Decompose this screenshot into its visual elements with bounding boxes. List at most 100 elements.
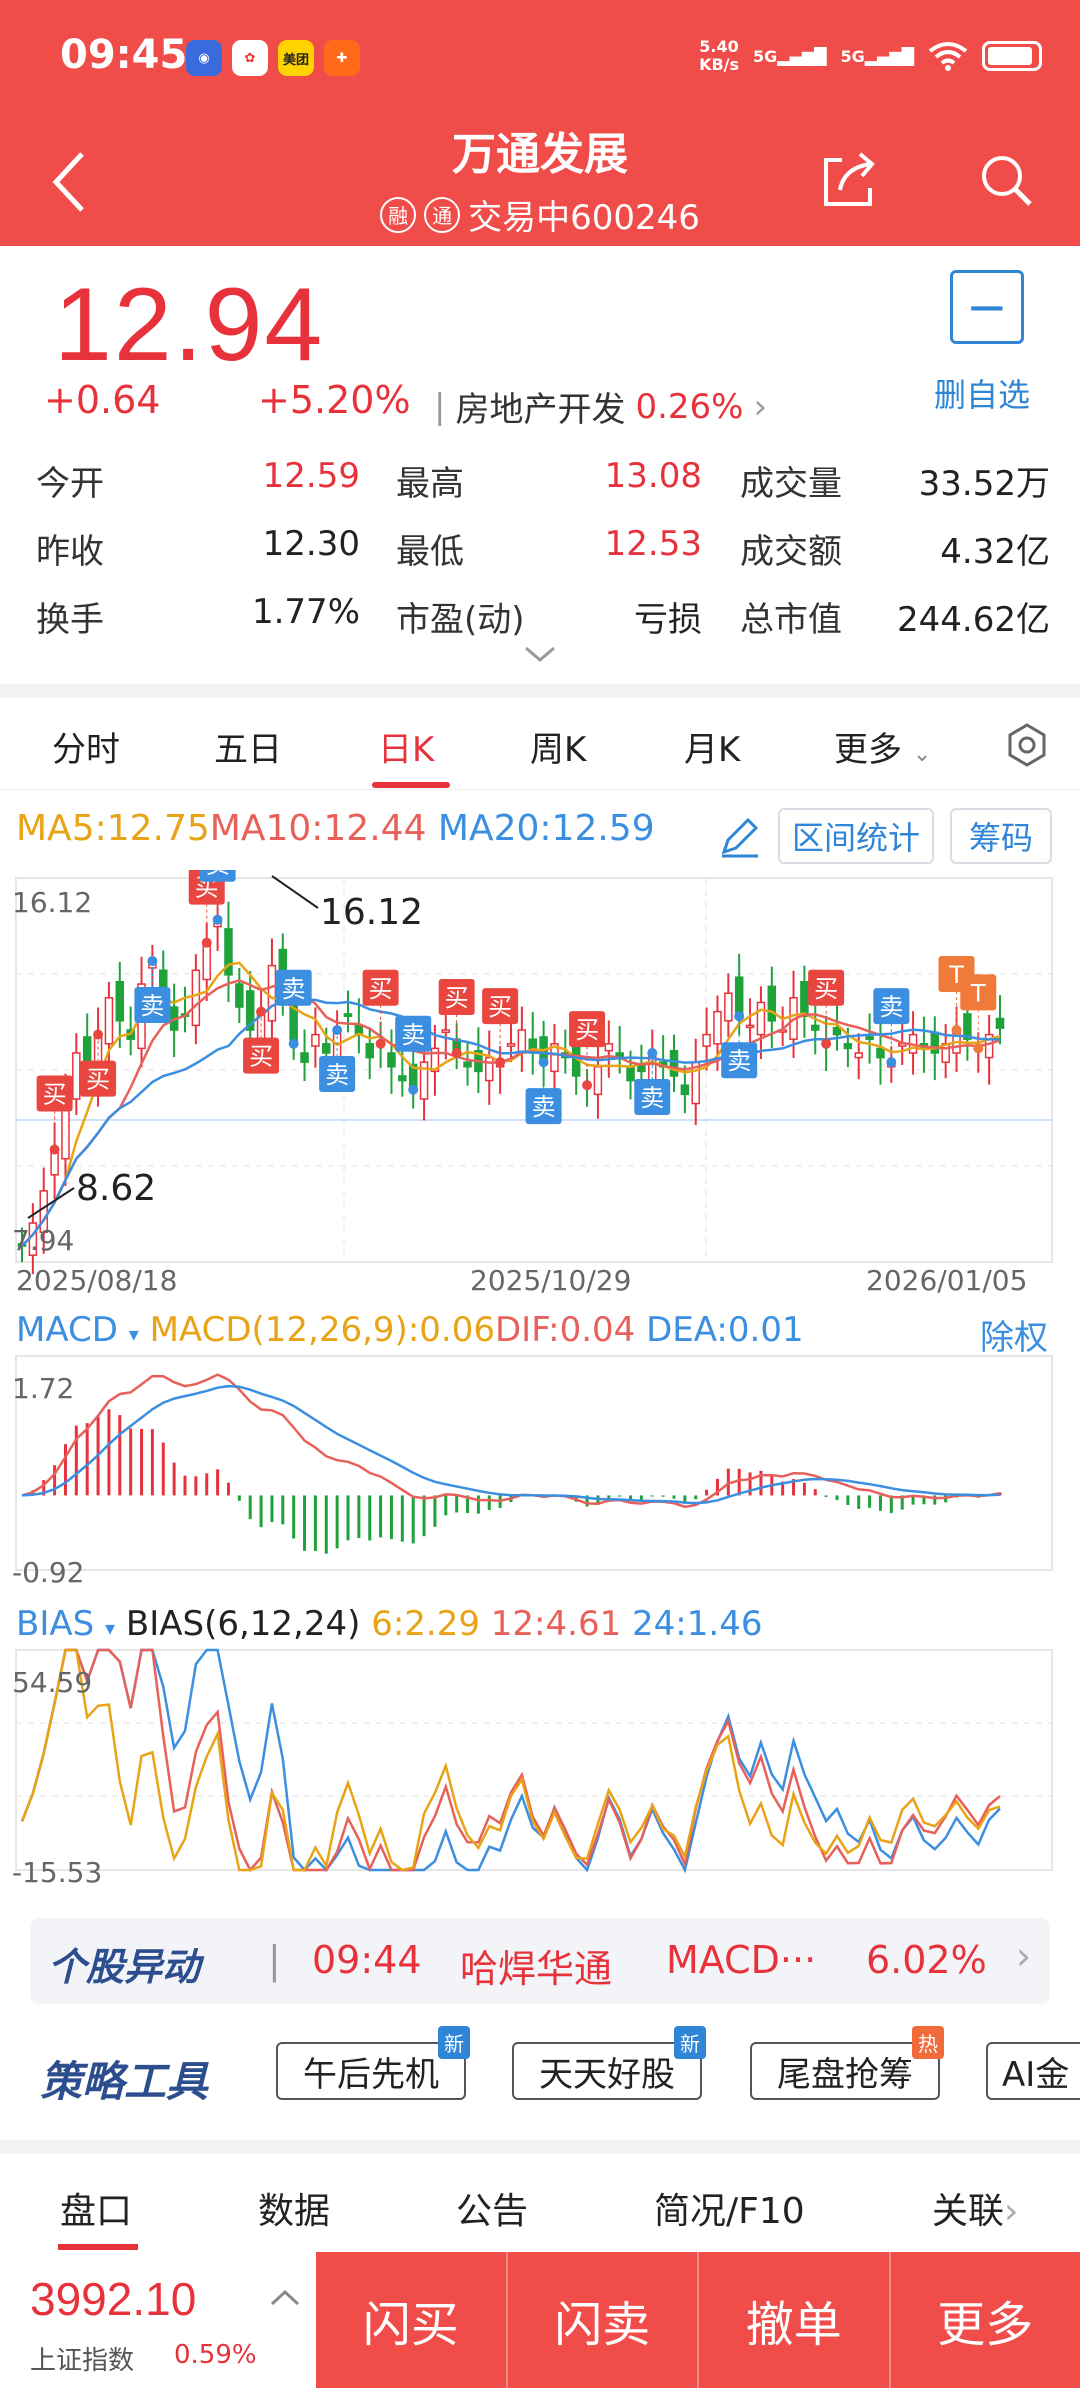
quote-label: 最高 (396, 464, 464, 504)
kline-high-marker: 16.12 (320, 892, 424, 933)
bias-selector[interactable]: BIAS ▾ (16, 1604, 115, 1644)
trade-status-code: 交易中600246 (468, 198, 700, 238)
kline-chart-svg[interactable]: 买买卖买卖买卖卖买卖买买卖买卖卖买卖TT (0, 845, 1080, 1910)
candle-body (745, 1024, 755, 1029)
signal-dot (951, 1025, 962, 1036)
tool-label: 尾盘抢筹 (777, 2054, 913, 2095)
quote-value: 1.77% (251, 592, 360, 632)
signal-tag-text: 卖 (879, 993, 903, 1021)
macd-value: MACD(12,26,9):0.06 (149, 1310, 495, 1350)
wifi-icon (928, 42, 968, 71)
quote-value: 13.08 (604, 456, 702, 496)
candle-body (311, 1033, 320, 1047)
chevron-down-icon: ⌄ (912, 742, 932, 767)
signal-dot (821, 1038, 832, 1049)
tab-five-day[interactable]: 五日 (214, 722, 282, 771)
tab-order-book[interactable]: 盘口 (60, 2182, 132, 2234)
chart-settings-icon[interactable] (1004, 722, 1050, 768)
margin-badge: 融 (380, 196, 417, 233)
quote-label: 成交量 (740, 464, 842, 504)
industry-name: 房地产开发 (455, 390, 626, 430)
chip-distribution-button[interactable]: 筹码 (950, 808, 1052, 864)
tab-related[interactable]: 关联› (932, 2182, 1018, 2234)
price-change: +0.64 (44, 378, 161, 422)
candle-body (713, 1010, 722, 1045)
tab-intraday[interactable]: 分时 (52, 722, 120, 771)
tool-late-session-grab[interactable]: 尾盘抢筹 热 (750, 2026, 944, 2100)
signal-dot (451, 1047, 462, 1058)
expand-chevron-icon[interactable] (524, 644, 556, 664)
tab-profile-f10[interactable]: 简况/F10 (654, 2182, 805, 2234)
macd-selector[interactable]: MACD ▾ (16, 1310, 139, 1350)
status-time: 09:45 (60, 32, 188, 78)
tab-data[interactable]: 数据 (258, 2182, 330, 2234)
ex-rights-toggle[interactable]: 除权 (980, 1310, 1048, 1359)
range-stats-button[interactable]: 区间统计 (778, 808, 934, 864)
signal-tag-text: 卖 (640, 1084, 664, 1112)
tab-announcements[interactable]: 公告 (456, 2182, 528, 2234)
tool-daily-good-stock[interactable]: 天天好股 新 (512, 2026, 706, 2100)
tab-monthly-k[interactable]: 月K (684, 722, 740, 771)
signal-tag-text: 卖 (401, 1021, 425, 1049)
bias-ymin-label: -15.53 (12, 1856, 103, 1889)
signal-tag-text: T (970, 979, 986, 1007)
search-icon[interactable] (976, 150, 1036, 210)
signal-dot (93, 1029, 104, 1040)
signal-dot (375, 1038, 386, 1049)
signal-tag-text: 买 (86, 1066, 110, 1094)
macd-ymax-label: 1.72 (12, 1372, 75, 1405)
candle-body (811, 1024, 820, 1031)
bias-ymax-label: 54.59 (12, 1666, 93, 1699)
quick-sell-button[interactable]: 闪卖 (505, 2252, 698, 2388)
cancel-order-button[interactable]: 撤单 (697, 2252, 889, 2388)
kline-date-start: 2025/08/18 (16, 1264, 178, 1297)
remove-watchlist-label[interactable]: 删自选 (934, 370, 1030, 416)
signal-2-label: 5G (840, 46, 865, 66)
edit-pencil-icon[interactable] (716, 812, 764, 860)
more-actions-button[interactable]: 更多 (888, 2252, 1080, 2388)
candle-body (191, 969, 201, 1027)
index-ticker[interactable]: 3992.10 上证指数 0.59% (0, 2252, 316, 2388)
candle-body (322, 1043, 331, 1054)
candle-body (865, 1036, 874, 1040)
kline-ymax-label: 16.12 (12, 886, 93, 919)
candle-body (72, 1052, 81, 1100)
signal-tag-text: 买 (445, 984, 469, 1012)
signal-dot (886, 1057, 897, 1068)
industry-link[interactable]: | 房地产开发 0.26% › (434, 382, 767, 431)
price-change-pct: +5.20% (258, 378, 411, 422)
stock-status-line: 融 通 交易中600246 (0, 190, 1080, 239)
quote-label: 今开 (36, 464, 104, 504)
macd-dif-line (21, 1373, 1001, 1509)
candle-body (930, 1031, 940, 1054)
stock-anomaly-banner[interactable]: 个股异动 | 09:44 哈焊华通 MACD··· 6.02% › (30, 1918, 1050, 2004)
candle-body (235, 983, 244, 1008)
connect-badge: 通 (424, 196, 461, 233)
signal-dot (734, 1011, 745, 1022)
signal-dot (288, 1038, 299, 1049)
tab-related-label: 关联 (932, 2191, 1005, 2232)
strategy-tools-logo: 策略工具 (40, 2057, 209, 2106)
tool-afternoon-chance[interactable]: 午后先机 新 (276, 2026, 470, 2100)
candle-body (626, 1066, 635, 1082)
remove-watchlist-button[interactable]: − (950, 270, 1024, 344)
quote-value: 4.32亿 (940, 532, 1050, 572)
tab-daily-k[interactable]: 日K (378, 722, 434, 771)
share-icon[interactable] (820, 150, 880, 210)
signal-dot (49, 1144, 60, 1155)
last-price: 12.94 (54, 267, 325, 383)
bias-6: 6:2.29 (371, 1604, 480, 1644)
tab-weekly-k[interactable]: 周K (530, 722, 586, 771)
tab-more[interactable]: 更多 ⌄ (834, 722, 931, 771)
tool-ai-gold[interactable]: AI金 (986, 2042, 1080, 2100)
section-divider (0, 684, 1080, 698)
chevron-right-icon: › (1004, 2191, 1019, 2232)
kline-chart-area[interactable]: 买买卖买卖买卖卖买卖买买卖买卖卖买卖TT 16.12 7.94 2025/08/… (0, 845, 1080, 1910)
chevron-up-icon[interactable] (270, 2288, 300, 2308)
app-meituan-icon: 美团 (278, 40, 314, 76)
candle-body (995, 1017, 1005, 1029)
quick-buy-button[interactable]: 闪买 (316, 2252, 506, 2388)
tool-label: 天天好股 (539, 2054, 675, 2095)
candle-body (398, 1075, 407, 1082)
tool-hot-tag: 热 (912, 2026, 944, 2059)
